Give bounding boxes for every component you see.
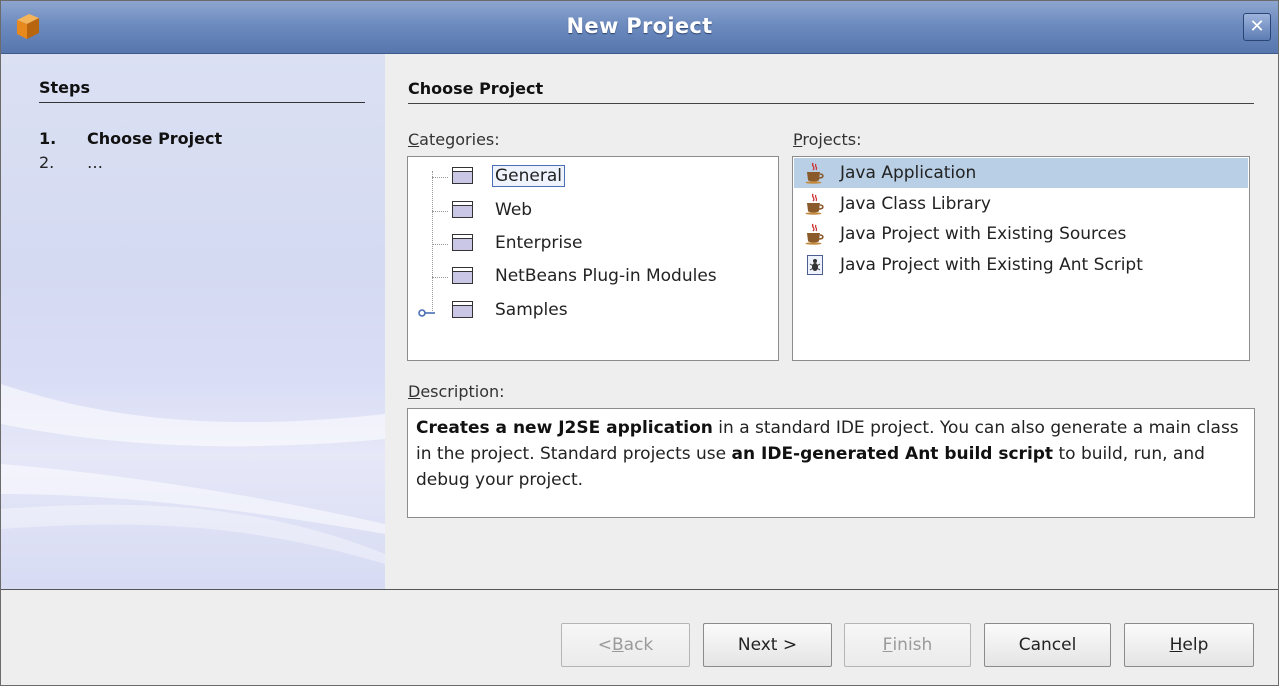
category-general[interactable]: General [408,161,778,191]
expand-handle-icon[interactable] [418,308,436,318]
category-enterprise[interactable]: Enterprise [408,228,778,258]
ant-script-icon [807,255,823,275]
categories-label: Categories: [408,130,500,149]
steps-panel: Steps 1. Choose Project 2.… [1,54,385,589]
projects-label: Projects: [793,130,862,149]
description-label: Description: [408,382,505,401]
folder-icon [452,201,473,218]
step-2: 2.… [39,153,103,172]
category-samples[interactable]: Samples [408,295,778,325]
project-java-class-library[interactable]: Java Class Library [794,189,1248,219]
java-cup-icon [805,193,824,215]
steps-divider [39,102,365,103]
folder-icon [452,301,473,318]
back-button[interactable]: < Back [561,623,690,667]
category-web[interactable]: Web [408,195,778,225]
step-1: 1. Choose Project [39,129,223,148]
page-title: Choose Project [408,79,544,98]
heading-divider [408,103,1254,104]
close-button[interactable]: ✕ [1243,13,1271,41]
project-java-application[interactable]: Java Application [794,158,1248,188]
project-java-existing-ant-script[interactable]: Java Project with Existing Ant Script [794,250,1248,280]
projects-list[interactable]: Java Application Java Class Library Java… [792,156,1250,361]
window-title: New Project [566,14,713,38]
folder-icon [452,167,473,184]
close-icon: ✕ [1249,16,1265,37]
java-cup-icon [805,162,824,184]
cancel-button[interactable]: Cancel [984,623,1111,667]
new-project-dialog: New Project ✕ Steps 1. Choose Project 2.…… [0,0,1279,686]
title-bar[interactable]: New Project ✕ [1,1,1278,54]
next-button[interactable]: Next > [703,623,832,667]
categories-tree[interactable]: General Web Enterprise NetBeans Plug-in … [407,156,779,361]
finish-button[interactable]: Finish [844,623,971,667]
folder-icon [452,267,473,284]
project-java-existing-sources[interactable]: Java Project with Existing Sources [794,219,1248,249]
help-button[interactable]: Help [1124,623,1254,667]
description-text: Creates a new J2SE application in a stan… [407,408,1255,518]
java-cup-icon [805,223,824,245]
category-netbeans-plugin-modules[interactable]: NetBeans Plug-in Modules [408,261,778,291]
folder-icon [452,234,473,251]
footer-divider [1,589,1278,590]
steps-title: Steps [39,78,90,97]
